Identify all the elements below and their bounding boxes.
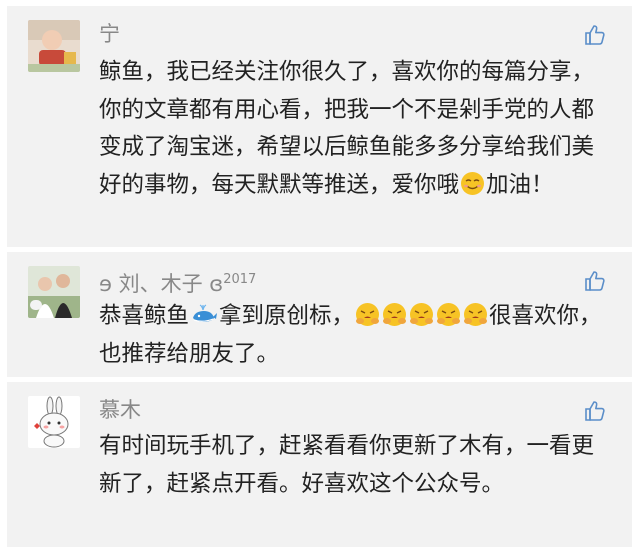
thumbs-up-icon[interactable] [584,270,606,292]
comment-text: 鲸鱼，我已经关注你很久了，喜欢你的每篇分享，你的文章都有用心看，把我一个不是剁手… [99,54,609,204]
clapping-face-emoji-icon [382,302,407,327]
comment-item: 宁 鲸鱼，我已经关注你很久了，喜欢你的每篇分享，你的文章都有用心看，把我一个不是… [7,6,632,247]
clapping-face-emoji-icon [436,302,461,327]
comment-text-part: 拿到原创标， [219,303,355,329]
avatar[interactable] [28,266,80,318]
comment-text-part: 加油！ [486,171,554,198]
comment-text: 有时间玩手机了，赶紧看看你更新了木有，一看更新了，赶紧点开看。好喜欢这个公众号。 [99,433,595,497]
clapping-face-emoji-icon [409,302,434,327]
username[interactable]: ɘ 刘、木子 ɞ2017 [99,266,256,298]
username[interactable]: 宁 [99,20,120,48]
clapping-face-emoji-icon [463,302,488,327]
avatar[interactable] [28,396,80,448]
whale-emoji-icon [190,302,218,327]
clapping-face-emoji-icon [355,302,380,327]
smile-emoji-icon [460,171,485,196]
comment-text-part: 恭喜鲸鱼 [99,303,190,329]
username[interactable]: 慕木 [99,396,141,424]
comment-item: ɘ 刘、木子 ɞ2017 恭喜鲸鱼 拿到原创标， 很喜欢你，也推荐给朋友了。 [7,252,632,377]
thumbs-up-icon[interactable] [584,400,606,422]
avatar[interactable] [28,20,80,72]
username-sup: 2017 [223,272,257,287]
comment-item: 慕木 有时间玩手机了，赶紧看看你更新了木有，一看更新了，赶紧点开看。好喜欢这个公… [7,382,632,547]
comment-text: 恭喜鲸鱼 拿到原创标， 很喜欢你，也推荐给朋友了。 [99,298,609,373]
thumbs-up-icon[interactable] [584,24,606,46]
username-text: ɘ 刘、木子 ɞ [99,272,224,296]
